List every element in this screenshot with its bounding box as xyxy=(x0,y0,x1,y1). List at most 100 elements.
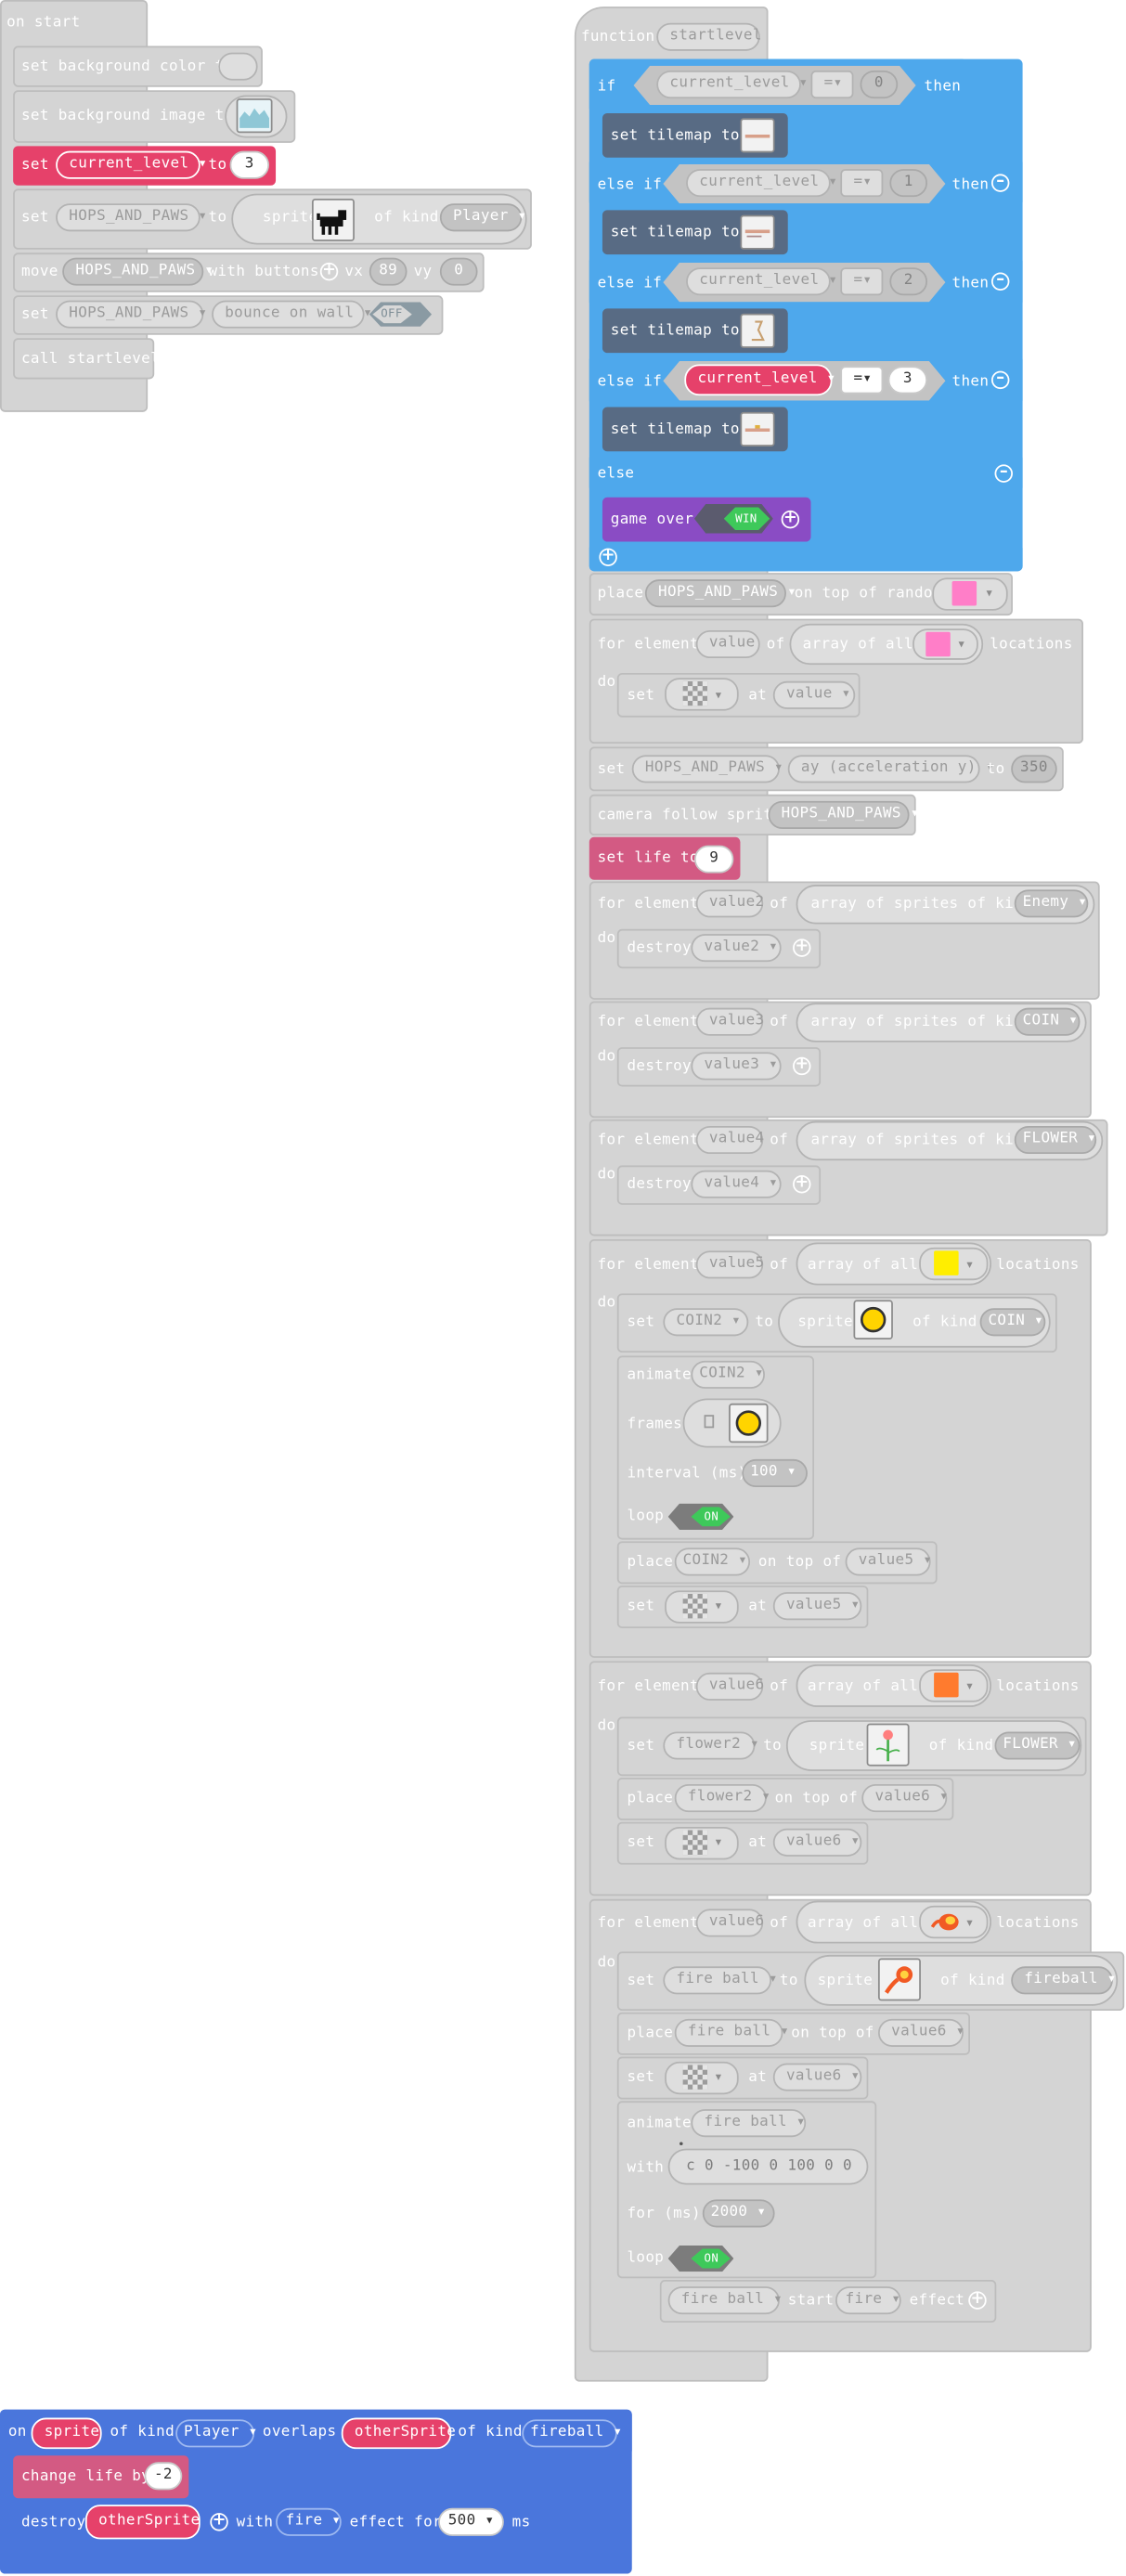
place-coin2-dropdown[interactable]: COIN2 ▾ xyxy=(674,1547,751,1576)
add-plus-icon[interactable]: + xyxy=(793,938,811,957)
location-value5-dropdown[interactable]: value5 ▾ xyxy=(772,1592,862,1621)
current-level-dropdown-0[interactable]: current_level ▾ xyxy=(656,71,808,99)
interval-value-dropdown[interactable]: 100 ▾ xyxy=(742,1458,808,1487)
ay-property-dropdown[interactable]: ay (acceleration y) ▾ xyxy=(787,755,994,783)
animate-coin2-dropdown[interactable]: COIN2 ▾ xyxy=(691,1360,765,1389)
current-level-dropdown-3[interactable]: current_level ▾ xyxy=(684,364,835,396)
add-plus-icon[interactable]: + xyxy=(793,1174,811,1194)
loop-var-value6[interactable]: value6 xyxy=(695,1672,764,1701)
coin-sprite-image-icon[interactable] xyxy=(853,1300,893,1340)
current-level-dropdown-1[interactable]: current_level ▾ xyxy=(686,169,837,198)
tilemap-level-0-icon[interactable] xyxy=(740,118,775,153)
effect-type-dropdown[interactable]: fire ▾ xyxy=(835,2286,901,2315)
kind-flower-dropdown[interactable]: FLOWER ▾ xyxy=(994,1731,1081,1760)
bounce-sprite-dropdown[interactable]: HOPS_AND_PAWS ▾ xyxy=(56,300,207,329)
ay-value-input[interactable]: 350 xyxy=(1011,755,1057,783)
blocks-workspace[interactable]: on start set background color to set bac… xyxy=(0,0,1126,2575)
add-plus-icon[interactable]: + xyxy=(781,510,800,529)
change-life-value-input[interactable]: -2 xyxy=(144,2462,183,2491)
animation-path-input[interactable]: c 0 -100 0 100 0 0 xyxy=(667,2148,869,2185)
effect-fireball-dropdown[interactable]: fire ball ▾ xyxy=(667,2286,783,2315)
function-name-field[interactable]: startlevel xyxy=(656,22,761,51)
current-level-dropdown-2[interactable]: current_level ▾ xyxy=(686,267,837,296)
flower-sprite-image-icon[interactable] xyxy=(866,1723,910,1767)
location-value-dropdown[interactable]: value ▾ xyxy=(772,680,856,709)
on-top-value6-dropdown[interactable]: value6 ▾ xyxy=(877,2018,964,2047)
compare-value-3[interactable]: 3 xyxy=(887,366,928,395)
destroy-effect-dropdown[interactable]: fire ▾ xyxy=(276,2507,342,2536)
place-keyword: place xyxy=(627,1791,674,1807)
coin-frame-icon[interactable] xyxy=(729,1403,769,1443)
destroy-other-sprite-pill[interactable]: otherSprite xyxy=(84,2505,201,2540)
kind-flower-dropdown[interactable]: FLOWER ▾ xyxy=(1014,1125,1097,1155)
destroy-value4-dropdown[interactable]: value4 ▾ xyxy=(691,1170,782,1198)
tilemap-level-3-icon[interactable] xyxy=(740,411,775,447)
remove-minus-icon[interactable]: – xyxy=(990,272,1010,291)
place-sprite-dropdown[interactable]: HOPS_AND_PAWS ▾ xyxy=(644,579,796,608)
tilemap-level-1-icon[interactable] xyxy=(740,214,775,250)
on-top-value6-dropdown[interactable]: value6 ▾ xyxy=(861,1784,949,1813)
vx-value-input[interactable]: 89 xyxy=(369,257,408,286)
kind-fireball-dropdown[interactable]: fireball ▾ xyxy=(522,2419,622,2448)
fireball-sprite-image-icon[interactable] xyxy=(877,1958,921,2001)
vy-value-input[interactable]: 0 xyxy=(439,257,478,286)
kind-coin-dropdown[interactable]: COIN ▾ xyxy=(1014,1007,1081,1036)
remove-minus-icon[interactable]: – xyxy=(990,174,1010,192)
chevron-down-icon: ▾ xyxy=(758,1971,778,1988)
loop-var-value3[interactable]: value3 xyxy=(695,1007,764,1036)
compare-value-2[interactable]: 2 xyxy=(889,267,928,296)
expand-plus-icon[interactable]: + xyxy=(319,262,339,281)
place-flower2-dropdown[interactable]: flower2 ▾ xyxy=(674,1784,770,1813)
location-value6-dropdown[interactable]: value6 ▾ xyxy=(772,1828,862,1857)
kind-player-dropdown[interactable]: Player ▾ xyxy=(175,2419,257,2448)
transparent-tile-icon xyxy=(682,1830,708,1856)
background-image-icon[interactable] xyxy=(236,98,273,134)
ay-sprite-dropdown[interactable]: HOPS_AND_PAWS ▾ xyxy=(631,755,783,783)
camera-sprite-dropdown[interactable]: HOPS_AND_PAWS ▾ xyxy=(768,800,919,829)
coin2-variable-dropdown[interactable]: COIN2 ▾ xyxy=(663,1308,749,1337)
loop-var-value5[interactable]: value5 xyxy=(695,1250,764,1279)
kind-coin-dropdown[interactable]: COIN ▾ xyxy=(979,1308,1046,1337)
kind-enemy-dropdown[interactable]: Enemy ▾ xyxy=(1014,889,1089,918)
loop-var-value6[interactable]: value6 xyxy=(695,1909,764,1937)
add-plus-icon[interactable]: + xyxy=(793,1056,811,1076)
variable-current-level-dropdown[interactable]: current_level ▾ xyxy=(56,150,207,179)
remove-minus-icon[interactable]: – xyxy=(994,464,1013,483)
place-fireball-dropdown[interactable]: fire ball ▾ xyxy=(674,2018,789,2047)
add-plus-icon[interactable]: + xyxy=(210,2512,228,2531)
operator-dropdown-0[interactable]: =▾ xyxy=(810,71,854,99)
life-value-input[interactable]: 9 xyxy=(693,845,734,874)
other-sprite-pill[interactable]: otherSprite xyxy=(341,2417,456,2450)
add-plus-icon[interactable]: + xyxy=(968,2291,987,2310)
sprite-variable-pill[interactable]: sprite xyxy=(31,2417,102,2450)
background-color-picker[interactable] xyxy=(218,52,258,81)
remove-minus-icon[interactable]: – xyxy=(990,370,1010,390)
flower2-variable-dropdown[interactable]: flower2 ▾ xyxy=(663,1731,759,1760)
sprite-keyword: sprite xyxy=(809,1738,865,1755)
effect-duration-dropdown[interactable]: 500 ▾ xyxy=(438,2507,504,2536)
kind-fireball-dropdown[interactable]: fireball ▾ xyxy=(1011,1966,1116,1995)
flag-dropdown[interactable]: bounce on wall ▾ xyxy=(212,300,372,329)
animate-fireball-dropdown[interactable]: fire ball ▾ xyxy=(691,2109,807,2138)
operator-dropdown-3[interactable]: =▾ xyxy=(840,366,884,395)
operator-dropdown-2[interactable]: =▾ xyxy=(840,267,884,296)
for-ms-value-dropdown[interactable]: 2000 ▾ xyxy=(702,2199,775,2228)
compare-value-1[interactable]: 1 xyxy=(889,169,928,198)
variable-hops-dropdown[interactable]: HOPS_AND_PAWS ▾ xyxy=(56,203,207,232)
add-else-plus-icon[interactable]: + xyxy=(599,548,617,567)
level-value-input[interactable]: 3 xyxy=(229,150,269,179)
location-value6-dropdown[interactable]: value6 ▾ xyxy=(772,2063,862,2091)
kind-player-dropdown[interactable]: Player ▾ xyxy=(439,203,526,232)
loop-var-value4[interactable]: value4 xyxy=(695,1125,764,1155)
operator-dropdown-1[interactable]: =▾ xyxy=(840,169,884,198)
loop-var-value[interactable]: value xyxy=(695,629,760,659)
move-sprite-dropdown[interactable]: HOPS_AND_PAWS ▾ xyxy=(62,257,214,286)
on-top-value5-dropdown[interactable]: value5 ▾ xyxy=(845,1547,932,1576)
loop-var-value2[interactable]: value2 xyxy=(695,889,764,918)
fireball-variable-dropdown[interactable]: fire ball ▾ xyxy=(663,1966,777,1995)
destroy-value2-dropdown[interactable]: value2 ▾ xyxy=(691,934,782,963)
destroy-value3-dropdown[interactable]: value3 ▾ xyxy=(691,1052,782,1081)
compare-value-0[interactable]: 0 xyxy=(860,71,899,99)
player-sprite-image-icon[interactable] xyxy=(311,198,355,241)
tilemap-level-2-icon[interactable] xyxy=(740,313,775,348)
